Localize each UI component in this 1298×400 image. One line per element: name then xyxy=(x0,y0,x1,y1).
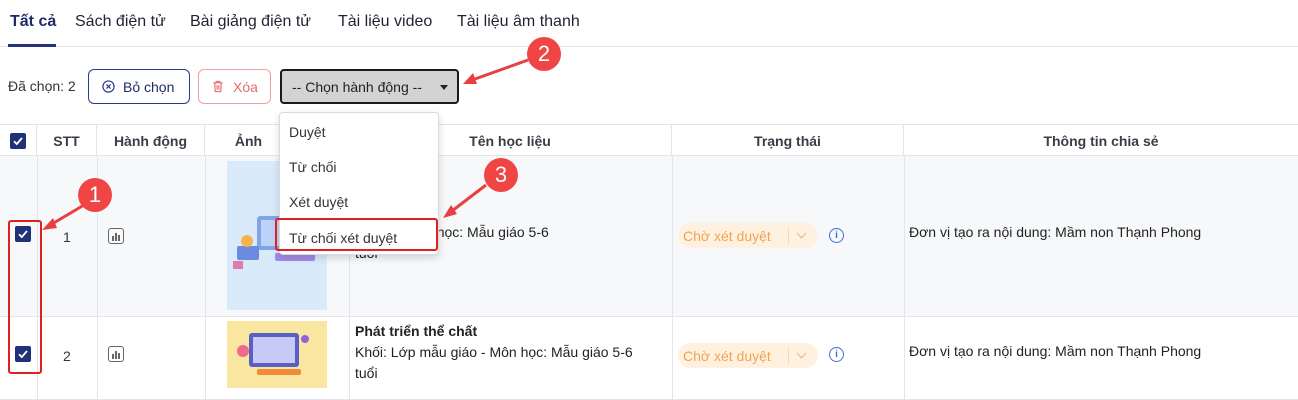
column-divider xyxy=(205,317,206,399)
unselect-button[interactable]: Bỏ chọn xyxy=(88,69,190,104)
column-divider xyxy=(97,317,98,399)
step-badge-2: 2 xyxy=(527,37,561,71)
thumbnail-image xyxy=(227,321,327,388)
tab-ebooks[interactable]: Sách điện tử xyxy=(75,13,166,31)
menu-item-approve[interactable]: Duyệt xyxy=(280,115,438,149)
info-icon[interactable]: i xyxy=(829,347,844,362)
header-action: Hành động xyxy=(97,125,205,156)
column-divider xyxy=(904,156,905,316)
tab-audio[interactable]: Tài liệu âm thanh xyxy=(457,13,580,31)
select-all-checkbox[interactable] xyxy=(10,132,26,149)
delete-button[interactable]: Xóa xyxy=(198,69,271,104)
table-header: STT Hành động Ảnh Tên học liệu Trạng thá… xyxy=(0,124,1298,156)
header-select-all-cell xyxy=(0,125,37,156)
row-title: Phát triển thể chất Khối: Lớp mẫu giáo -… xyxy=(355,321,665,384)
status-label: Chờ xét duyệt xyxy=(683,347,771,364)
table-row: 2 Phát triển thể chất Khối: Lớp mẫu giáo… xyxy=(0,317,1298,400)
table-row: 1 u giáo - Môn học: Mẫu giáo 5-6 tuổi Ch… xyxy=(0,156,1298,317)
checkbox-highlight-box xyxy=(8,220,42,374)
active-tab-indicator xyxy=(8,44,56,47)
tab-video[interactable]: Tài liệu video xyxy=(338,13,432,31)
header-image-label: Ảnh xyxy=(234,132,263,149)
row-stt: 2 xyxy=(63,348,71,364)
column-divider xyxy=(904,317,905,399)
status-label: Chờ xét duyệt xyxy=(683,227,771,244)
stats-icon[interactable] xyxy=(108,228,124,244)
delete-label: Xóa xyxy=(233,78,258,95)
info-icon[interactable]: i xyxy=(829,228,844,243)
menu-item-review[interactable]: Xét duyệt xyxy=(280,185,438,219)
tab-e-lectures[interactable]: Bài giảng điện tử xyxy=(190,13,311,31)
status-select[interactable]: Chờ xét duyệt xyxy=(678,223,818,248)
row-title-line: tuổi xyxy=(355,365,378,381)
stats-icon[interactable] xyxy=(108,346,124,362)
status-select[interactable]: Chờ xét duyệt xyxy=(678,343,818,368)
clear-circle-icon xyxy=(101,80,115,94)
step-badge-1: 1 xyxy=(78,178,112,212)
tab-all[interactable]: Tất cả xyxy=(10,13,56,31)
share-info: Đơn vị tạo ra nội dung: Mầm non Thạnh Ph… xyxy=(909,343,1202,359)
column-divider xyxy=(672,156,673,316)
tab-bar: Tất cả Sách điện tử Bài giảng điện tử Tà… xyxy=(0,0,1298,47)
column-divider xyxy=(205,156,206,316)
column-divider xyxy=(672,317,673,399)
column-divider xyxy=(349,317,350,399)
header-status: Trạng thái xyxy=(672,125,904,156)
selected-count: Đã chọn: 2 xyxy=(8,78,76,94)
row-title-heading: Phát triển thể chất xyxy=(355,323,478,339)
menu-item-highlight-box xyxy=(275,218,438,251)
share-info: Đơn vị tạo ra nội dung: Mầm non Thạnh Ph… xyxy=(909,224,1202,240)
caret-down-icon xyxy=(440,85,448,90)
row-title-line: Khối: Lớp mẫu giáo - Môn học: Mẫu giáo 5… xyxy=(355,344,633,360)
unselect-label: Bỏ chọn xyxy=(123,78,175,95)
header-stt: STT xyxy=(37,125,97,156)
chevron-down-icon xyxy=(796,228,807,239)
status-divider xyxy=(788,347,789,364)
chevron-down-icon xyxy=(796,348,807,359)
menu-item-reject[interactable]: Từ chối xyxy=(280,150,438,184)
bulk-action-select[interactable]: -- Chọn hành động -- xyxy=(280,69,459,104)
step-badge-3: 3 xyxy=(484,158,518,192)
bulk-action-value: -- Chọn hành động -- xyxy=(292,78,422,95)
trash-icon xyxy=(211,80,225,94)
row-stt: 1 xyxy=(63,229,71,245)
header-share: Thông tin chia sẻ xyxy=(1043,132,1159,149)
status-divider xyxy=(788,227,789,244)
